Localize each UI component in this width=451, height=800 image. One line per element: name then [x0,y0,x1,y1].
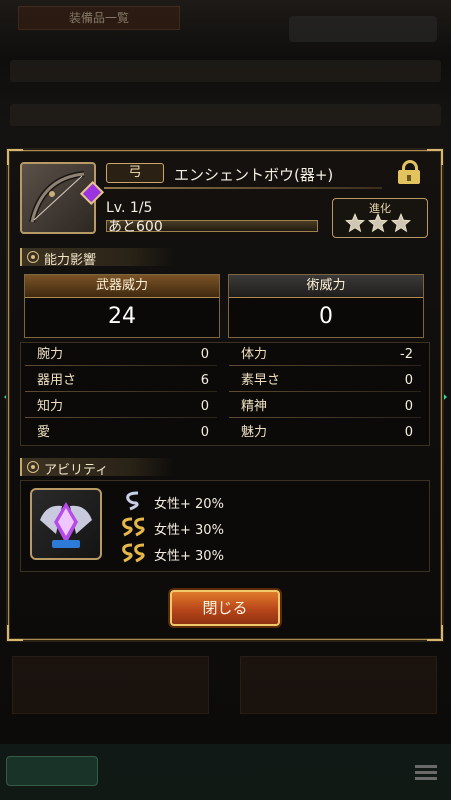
stats-section-header: 能力影響 [20,248,174,268]
stat-row: 精神 0 [225,395,421,419]
name-divider [104,187,382,189]
star-icon [368,213,388,233]
stat-row: 愛 0 [21,421,217,445]
bow-icon [29,171,85,223]
stat-value: 0 [200,399,209,414]
ss-gold-rank-icon [122,543,145,563]
stat-value: 0 [404,425,413,440]
weapon-type-tag: 弓 [106,163,164,183]
section-gear-icon [27,461,39,473]
winged-crystal-icon [40,502,92,548]
ability-section-header: アビリティ [20,458,174,478]
ss-gold-rank-icon [122,517,145,537]
panel-corner-ornament [427,625,443,641]
background-item-card [240,656,437,714]
magic-power-value: 0 [319,304,333,329]
ability-section-title: アビリティ [44,463,109,478]
weapon-power-label: 武器威力 [25,275,219,298]
star-icon [345,213,365,233]
lock-icon[interactable] [398,160,420,184]
stat-name: 愛 [37,425,51,440]
stat-value: 0 [200,347,209,362]
evolution-box: 進化 [332,198,428,238]
level-prefix: Lv. [106,200,126,216]
stat-value: 0 [404,399,413,414]
stats-table: 腕力 0 体力 -2 器用さ 6 素早さ 0 知力 0 精神 0 愛 0 魅力 … [20,342,430,446]
level-value: 1/5 [129,200,153,216]
stat-value: 0 [404,373,413,388]
stat-name: 知力 [37,399,64,414]
background-bottom-button: ​ [6,756,98,786]
section-gear-icon [27,251,39,263]
stat-name: 体力 [241,347,268,362]
stat-name: 素早さ [241,373,281,388]
stat-row: 魅力 0 [225,421,421,445]
s-single-rank-icon [126,491,139,511]
panel-corner-ornament [427,149,443,165]
ability-text: 女性+ 30% [154,523,224,538]
stats-section-title: 能力影響 [44,253,97,268]
ability-emblem [30,488,102,560]
star-icon [391,213,411,233]
stat-row: 素早さ 0 [225,369,421,393]
weapon-power-box: 武器威力 24 [24,274,220,338]
weapon-power-value: 24 [108,304,136,329]
magic-power-label: 術威力 [229,275,423,298]
ability-text: 女性+ 30% [154,549,224,564]
background-search-field [289,16,437,42]
stat-row: 腕力 0 [21,343,217,367]
stat-value: 6 [200,373,209,388]
ability-text: 女性+ 20% [154,497,224,512]
stat-value: -2 [400,347,413,362]
background-sort-row [10,104,441,126]
close-button[interactable]: 閉じる [170,590,280,626]
stat-row: 体力 -2 [225,343,421,367]
background-item-card [12,656,209,714]
stat-value: 0 [200,425,209,440]
panel-corner-ornament [7,625,23,641]
stat-name: 精神 [241,399,268,414]
stat-name: 魅力 [241,425,268,440]
stat-name: 器用さ [37,373,77,388]
magic-power-box: 術威力 0 [228,274,424,338]
exp-remaining: あと600 [108,219,163,235]
weapon-name: エンシェントボウ(器+) [174,166,334,184]
evolution-stars [345,213,414,237]
stat-row: 知力 0 [21,395,217,419]
background-menu-icon [415,762,437,780]
background-filter-row [10,60,441,82]
stat-name: 腕力 [37,347,64,362]
background-screen-title: 装備品一覧 [18,6,180,30]
stat-row: 器用さ 6 [21,369,217,393]
level-label: Lv. 1/5 [106,200,152,216]
